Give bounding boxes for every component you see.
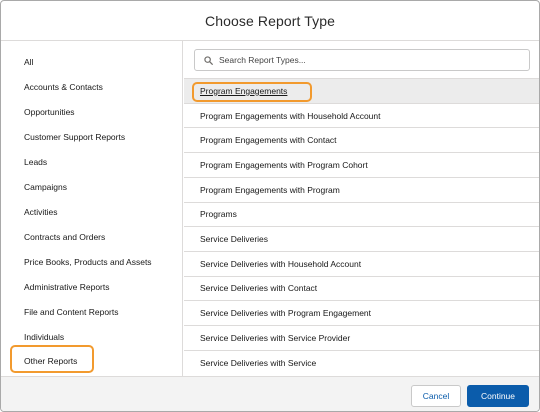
dialog-body: All Accounts & Contacts Opportunities Cu… xyxy=(1,41,539,376)
report-type-label: Program Engagements with Household Accou… xyxy=(200,110,381,121)
dialog-header: Choose Report Type xyxy=(1,1,539,41)
sidebar-item-all[interactable]: All xyxy=(24,57,33,67)
report-type-label: Service Deliveries with Contact xyxy=(200,283,318,294)
search-icon xyxy=(204,55,213,65)
sidebar-item-campaigns[interactable]: Campaigns xyxy=(24,182,67,192)
selected-category-highlight xyxy=(10,345,94,373)
sidebar-item-opportunities[interactable]: Opportunities xyxy=(24,107,75,117)
report-type-label: Program Engagements with Program Cohort xyxy=(200,159,368,170)
report-type-row[interactable]: Program Engagements with Program Cohort xyxy=(184,152,539,177)
report-type-row[interactable]: Service Deliveries with Service xyxy=(184,349,539,375)
report-type-label: Program Engagements with Program xyxy=(200,184,340,195)
dialog-footer: Cancel Continue xyxy=(1,376,539,411)
report-type-row[interactable]: Service Deliveries with Service Provider xyxy=(184,325,539,350)
cancel-button[interactable]: Cancel xyxy=(411,385,461,407)
sidebar-item-administrative[interactable]: Administrative Reports xyxy=(24,282,110,292)
sidebar-item-file-content[interactable]: File and Content Reports xyxy=(24,307,119,317)
report-type-label: Service Deliveries with Household Accoun… xyxy=(200,258,362,269)
continue-button[interactable]: Continue xyxy=(467,385,529,407)
report-type-row[interactable]: Program Engagements with Program xyxy=(184,176,539,202)
report-type-row[interactable]: Service Deliveries with Contact xyxy=(184,275,539,301)
report-type-row[interactable]: Service Deliveries xyxy=(184,226,539,251)
report-type-label: Service Deliveries with Service xyxy=(200,357,317,368)
report-type-label: Service Deliveries with Program Engageme… xyxy=(200,308,372,319)
sidebar-item-contracts-orders[interactable]: Contracts and Orders xyxy=(24,232,105,242)
sidebar-item-price-books[interactable]: Price Books, Products and Assets xyxy=(24,257,152,267)
report-type-row[interactable]: Service Deliveries with Household Accoun… xyxy=(184,250,539,276)
report-type-row[interactable]: Service Deliveries with Program Engageme… xyxy=(184,300,539,325)
selected-report-type-highlight xyxy=(192,82,312,102)
report-type-row[interactable]: Program Engagements with Household Accou… xyxy=(184,102,539,128)
report-type-label: Programs xyxy=(200,209,237,220)
sidebar-item-customer-support[interactable]: Customer Support Reports xyxy=(24,132,125,142)
category-sidebar: All Accounts & Contacts Opportunities Cu… xyxy=(1,41,183,376)
search-box xyxy=(194,49,530,71)
report-type-row[interactable]: Program Engagements with Contact xyxy=(184,127,539,152)
sidebar-item-accounts-contacts[interactable]: Accounts & Contacts xyxy=(24,82,103,92)
report-type-label: Service Deliveries with Service Provider xyxy=(200,332,351,343)
report-type-label: Service Deliveries xyxy=(200,234,269,245)
search-input[interactable] xyxy=(219,55,519,65)
sidebar-item-individuals[interactable]: Individuals xyxy=(24,332,64,342)
dialog-title: Choose Report Type xyxy=(205,12,335,29)
report-type-row[interactable]: Programs xyxy=(184,201,539,227)
choose-report-type-dialog: Choose Report Type All Accounts & Contac… xyxy=(0,0,540,412)
report-type-label: Program Engagements with Contact xyxy=(200,135,337,146)
sidebar-item-leads[interactable]: Leads xyxy=(24,157,47,167)
report-type-panel: Program Engagements Program Engagements … xyxy=(184,41,539,376)
sidebar-item-activities[interactable]: Activities xyxy=(24,207,58,217)
